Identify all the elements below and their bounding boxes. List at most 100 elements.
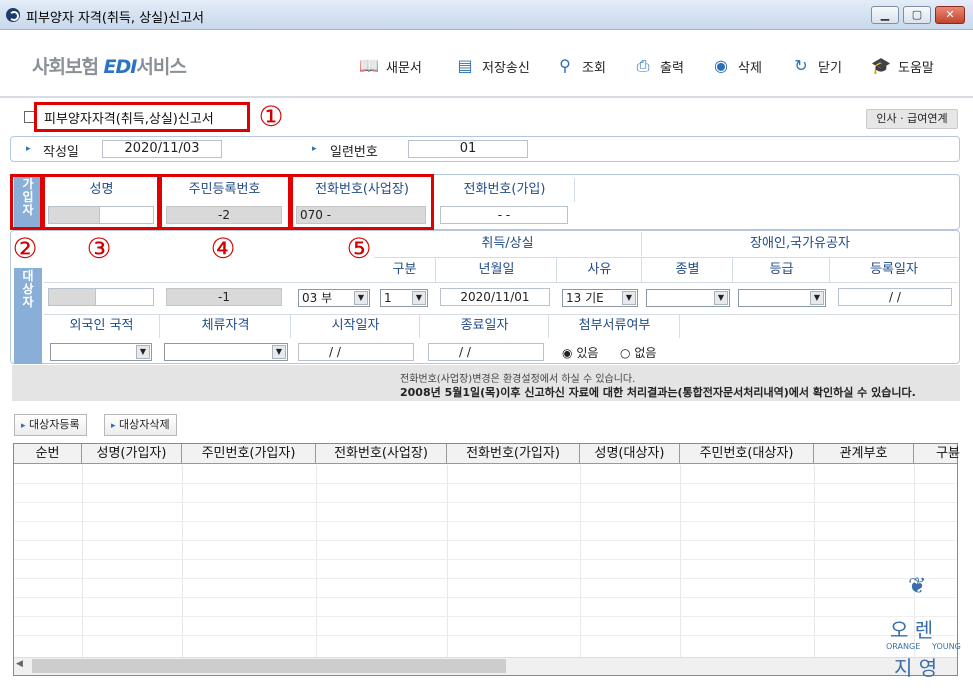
print-button[interactable]: ⎙ 출력 — [632, 54, 684, 78]
col-header[interactable]: 성명(가입자) — [82, 444, 182, 464]
grade-select[interactable]: ▼ — [738, 289, 826, 307]
grid-line — [14, 635, 957, 636]
app-icon — [6, 8, 20, 22]
col-header[interactable]: 전화번호(사업장) — [316, 444, 447, 464]
save-send-button[interactable]: ▤ 저장송신 — [454, 54, 529, 78]
highlight-box-1 — [34, 102, 250, 132]
arrow-icon: ▸ — [21, 421, 26, 431]
toolbar-divider — [0, 96, 973, 98]
grid-line — [14, 540, 957, 541]
close-button[interactable]: ↻ 닫기 — [790, 54, 842, 78]
print-icon: ⎙ — [636, 56, 650, 75]
arrow-icon: ▸ — [111, 421, 116, 431]
delete-target-button[interactable]: ▸ 대상자삭제 — [104, 414, 177, 436]
ymd-header: 년월일 — [437, 258, 557, 282]
close-window-button[interactable]: ✕ — [935, 6, 965, 24]
grid-line — [14, 521, 957, 522]
disabled-header: 장애인,국가유공자 — [750, 236, 850, 251]
search-icon: ⚲ — [559, 56, 571, 75]
serial-label: 일련번호 — [330, 145, 378, 160]
start-field[interactable]: / / — [298, 343, 414, 361]
stay-header: 체류자격 — [161, 314, 291, 338]
annotation-1: ① — [258, 100, 284, 133]
maximize-button[interactable]: ▢ — [903, 6, 931, 24]
grid-line — [316, 465, 317, 658]
grid-line — [14, 559, 957, 560]
gubun-header: 구분 — [374, 258, 436, 282]
grid-line — [814, 465, 815, 658]
scrollbar-thumb[interactable] — [32, 659, 506, 673]
delete-icon: ◉ — [714, 56, 728, 75]
chevron-down-icon: ▼ — [412, 291, 426, 305]
search-button[interactable]: ⚲ 조회 — [554, 54, 606, 78]
col-header[interactable]: 순번 — [14, 444, 82, 464]
col-header[interactable]: 구뷴 — [914, 444, 973, 464]
target-rrn-field[interactable]: -1 — [166, 288, 282, 306]
gubun-select[interactable]: 1 ▼ — [380, 289, 428, 307]
grid-line — [14, 597, 957, 598]
arrow-icon: ▸ — [26, 144, 31, 154]
serial-field[interactable]: 01 — [408, 140, 528, 158]
window-title: 피부양자 자격(취득, 상실)신고서 — [26, 11, 205, 26]
col-header[interactable]: 성명(대상자) — [580, 444, 680, 464]
chevron-down-icon: ▼ — [136, 345, 150, 359]
grid-line — [14, 483, 957, 484]
attach-header: 첨부서류여부 — [550, 314, 680, 338]
close-icon: ↻ — [794, 56, 808, 75]
grid-line — [14, 616, 957, 617]
highlight-box-5 — [290, 174, 434, 230]
stay-select[interactable]: ▼ — [164, 343, 288, 361]
target-name-field[interactable] — [48, 288, 154, 306]
hr-payroll-link-button[interactable]: 인사 · 급여연계 — [866, 109, 958, 129]
foreign-header: 외국인 국적 — [44, 314, 160, 338]
arrow-icon: ▸ — [312, 144, 317, 154]
end-header: 종료일자 — [421, 314, 549, 338]
col-header[interactable]: 전화번호(가입자) — [447, 444, 580, 464]
grid-line — [680, 465, 681, 658]
attach-yes-radio[interactable]: ◉ 있음 — [562, 344, 598, 361]
date-label: 작성일 — [43, 145, 79, 160]
minimize-button[interactable]: ▁ — [871, 6, 899, 24]
grid-line — [580, 465, 581, 658]
grid-line — [14, 502, 957, 503]
notice-line-1: 전화번호(사업장)변경은 환경설정에서 하실 수 있습니다. — [400, 374, 636, 385]
leaf-icon: ❦ — [908, 574, 927, 599]
col-header[interactable]: 주민번호(가입자) — [182, 444, 316, 464]
kind-header: 종별 — [643, 258, 733, 282]
chevron-down-icon: ▼ — [272, 345, 286, 359]
grid-line — [82, 465, 83, 658]
save-icon: ▤ — [457, 56, 473, 75]
highlight-box-2 — [10, 174, 43, 230]
notice-line-2: 2008년 5월1일(목)이후 신고하신 자료에 대한 처리결과는(통합전자문서… — [400, 386, 916, 399]
relation-select[interactable]: 03 부 ▼ — [298, 289, 370, 307]
radio-checked-icon: ◉ — [562, 346, 573, 360]
phone-sub-field[interactable]: - - — [440, 206, 568, 224]
chevron-down-icon: ▼ — [354, 291, 368, 305]
reason-select[interactable]: 13 기E ▼ — [562, 289, 638, 307]
grid-line — [182, 465, 183, 658]
reg-date-field[interactable]: / / — [838, 288, 952, 306]
acq-loss-header: 취득/상실 — [374, 232, 642, 256]
kind-select[interactable]: ▼ — [646, 289, 730, 307]
chevron-down-icon: ▼ — [714, 291, 728, 305]
chevron-down-icon: ▼ — [622, 291, 636, 305]
register-target-button[interactable]: ▸ 대상자등록 — [14, 414, 87, 436]
new-document-button[interactable]: 📖 새문서 — [358, 54, 422, 78]
date-field[interactable]: 2020/11/03 — [102, 140, 222, 158]
ymd-field[interactable]: 2020/11/01 — [440, 288, 550, 306]
end-field[interactable]: / / — [428, 343, 544, 361]
col-header[interactable]: 주민번호(대상자) — [680, 444, 814, 464]
grid-header: 순번 성명(가입자) 주민번호(가입자) 전화번호(사업장) 전화번호(가입자)… — [14, 444, 960, 464]
radio-unchecked-icon: ○ — [620, 346, 631, 360]
highlight-box-4 — [159, 174, 291, 230]
col-header[interactable]: 관계부호 — [814, 444, 914, 464]
foreign-select[interactable]: ▼ — [50, 343, 152, 361]
phone-sub-header: 전화번호(가입) — [435, 178, 575, 202]
scroll-left-icon[interactable]: ◀ — [16, 659, 23, 669]
grid-line — [14, 578, 957, 579]
start-header: 시작일자 — [292, 314, 420, 338]
highlight-box-3 — [42, 174, 160, 230]
delete-button[interactable]: ◉ 삭제 — [710, 54, 762, 78]
help-button[interactable]: 🎓 도움말 — [870, 54, 934, 78]
attach-no-radio[interactable]: ○ 없음 — [620, 344, 656, 361]
